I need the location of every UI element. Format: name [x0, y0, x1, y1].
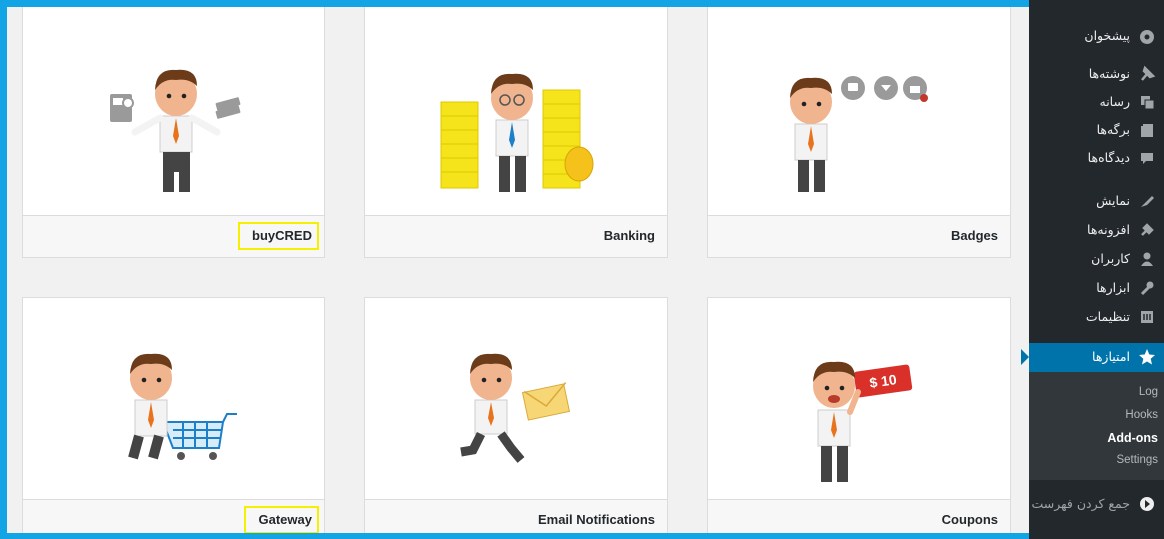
addon-card-coupons[interactable]: $ 10 Coupons [707, 297, 1011, 533]
appearance-icon [1138, 192, 1156, 210]
menu-item-posts[interactable]: نوشته‌ها [1029, 60, 1164, 90]
addon-thumb [23, 7, 324, 216]
dashboard-icon [1138, 27, 1156, 45]
highlight-box [238, 222, 319, 250]
menu-item-appearance[interactable]: نمایش [1029, 187, 1164, 217]
users-icon [1138, 250, 1156, 268]
menu-label: امتیازها [1092, 349, 1130, 364]
addon-thumb: $ 10 [708, 298, 1010, 500]
man-figure [131, 69, 221, 192]
addon-footer: Banking [365, 215, 667, 257]
pin-icon [1138, 65, 1156, 83]
star-icon [1138, 348, 1156, 366]
menu-item-pages[interactable]: برگه‌ها [1029, 116, 1164, 146]
envelope-icon [521, 382, 571, 421]
collapse-icon [1138, 495, 1156, 513]
menu-label: افزونه‌ها [1087, 222, 1130, 237]
menu-label: کاربران [1091, 251, 1130, 266]
addon-title[interactable]: Email Notifications [538, 512, 655, 527]
coupon-tag-icon: $ 10 [853, 364, 913, 398]
addon-footer: Badges [708, 215, 1010, 257]
man-figure [491, 73, 533, 192]
submenu-log[interactable]: Log [1139, 386, 1158, 398]
addon-card-gateway[interactable]: Gateway [22, 297, 325, 533]
coupons-illustration: $ 10 [813, 361, 913, 482]
admin-sidebar: پیشخوان نوشته‌ها رسانه برگه‌ها دیدگاه‌ها… [1021, 0, 1164, 539]
menu-item-plugins[interactable]: افزونه‌ها [1029, 216, 1164, 246]
addon-thumb [708, 7, 1010, 216]
points-submenu: Log Hooks Add-ons Settings [1029, 372, 1164, 480]
settings-icon [1138, 308, 1156, 326]
menu-item-collapse[interactable]: جمع کردن فهرست [1029, 490, 1164, 520]
submenu-hooks[interactable]: Hooks [1125, 409, 1158, 421]
menu-label: دیدگاه‌ها [1087, 150, 1130, 165]
addon-thumb [23, 298, 324, 500]
addon-card-banking[interactable]: Banking [364, 7, 668, 258]
email-illustration [460, 353, 571, 463]
tools-icon [1138, 279, 1156, 297]
addon-thumb [365, 7, 667, 216]
submenu-settings[interactable]: Settings [1116, 454, 1158, 466]
menu-item-media[interactable]: رسانه [1029, 88, 1164, 118]
menu-item-dashboard[interactable]: پیشخوان [1029, 22, 1164, 52]
addon-title[interactable]: Coupons [942, 512, 998, 527]
menu-label: رسانه [1099, 94, 1131, 109]
addon-card-buycred[interactable]: buyCRED [22, 7, 325, 258]
buycred-illustration [110, 69, 241, 192]
gateway-illustration [128, 353, 237, 460]
man-figure [128, 353, 172, 460]
submenu-addons[interactable]: Add-ons [1107, 431, 1158, 445]
menu-item-settings[interactable]: تنظیمات [1029, 303, 1164, 333]
man-figure [813, 361, 861, 482]
pages-icon [1138, 121, 1156, 139]
menu-item-points[interactable]: امتیازها [1029, 343, 1164, 372]
badges-illustration [790, 76, 928, 192]
banking-illustration [440, 73, 594, 192]
man-figure [460, 353, 525, 463]
comment-icon [1138, 149, 1156, 167]
addon-card-badges[interactable]: Badges [707, 7, 1011, 258]
addon-title[interactable]: Banking [604, 228, 655, 243]
addon-footer: Coupons [708, 499, 1010, 533]
addon-title[interactable]: Badges [951, 228, 998, 243]
addon-footer: Email Notifications [365, 499, 667, 533]
addon-card-email-notifications[interactable]: Email Notifications [364, 297, 668, 533]
addons-grid: buyCRED Banking Badges Gateway Email Not… [7, 7, 1029, 533]
highlight-box [244, 506, 319, 533]
menu-label: نوشته‌ها [1088, 66, 1130, 81]
menu-item-users[interactable]: کاربران [1029, 245, 1164, 275]
menu-item-tools[interactable]: ابزارها [1029, 274, 1164, 304]
menu-label: ابزارها [1096, 280, 1130, 295]
media-icon [1138, 93, 1156, 111]
active-menu-arrow [1021, 349, 1029, 365]
menu-label: پیشخوان [1084, 28, 1130, 43]
addon-thumb [365, 298, 667, 500]
plugin-icon [1138, 221, 1156, 239]
menu-label: تنظیمات [1085, 309, 1130, 324]
menu-item-comments[interactable]: دیدگاه‌ها [1029, 144, 1164, 174]
menu-label: نمایش [1096, 193, 1130, 208]
menu-label: جمع کردن فهرست [1031, 496, 1130, 511]
shopping-cart-icon [161, 413, 237, 449]
screenshot-frame-bottom [0, 533, 1029, 539]
man-figure [790, 77, 832, 192]
menu-label: برگه‌ها [1096, 122, 1130, 137]
